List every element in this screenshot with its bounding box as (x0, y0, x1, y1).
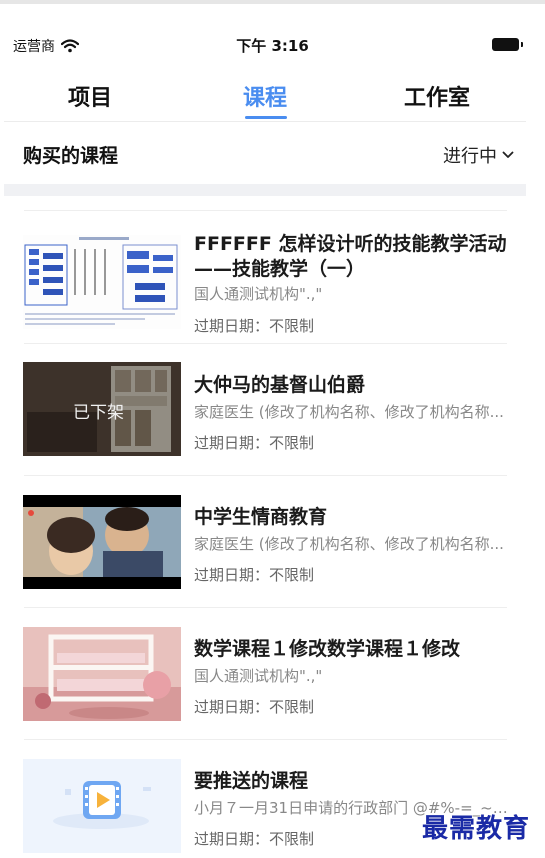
course-org: 家庭医生 (修改了机构名称、修改了机构名称... (194, 535, 504, 553)
course-thumbnail: 已下架 (23, 362, 181, 456)
course-thumbnail (23, 759, 181, 853)
course-expiry: 过期日期：不限制 (194, 434, 315, 452)
course-title: 大仲马的基督山伯爵 (194, 374, 366, 396)
bedroom-thumbnail (23, 627, 181, 721)
course-item[interactable]: 已下架 大仲马的基督山伯爵 家庭医生 (修改了机构名称、修改了机构名称... 过… (0, 343, 545, 475)
course-org: 家庭医生 (修改了机构名称、修改了机构名称... (194, 403, 504, 421)
section-title: 购买的课程 (23, 145, 119, 167)
course-expiry: 过期日期：不限制 (194, 317, 315, 335)
course-title: 要推送的课程 (194, 770, 309, 792)
course-expiry: 过期日期：不限制 (194, 566, 315, 584)
section-separator (4, 184, 526, 196)
course-thumbnail (23, 495, 181, 589)
status-filter-dropdown[interactable]: 进行中 (443, 142, 514, 168)
course-expiry: 过期日期：不限制 (194, 830, 315, 848)
delisted-label: 已下架 (73, 403, 124, 423)
status-time: 下午 3:16 (236, 37, 309, 55)
brand-watermark: 最需教育 (422, 814, 531, 844)
status-bar: 运营商 下午 3:16 (0, 30, 545, 60)
course-org: 国人通测试机构".," (194, 667, 323, 685)
course-title: 数学课程１修改数学课程１修改 (194, 638, 461, 660)
top-edge-line (0, 0, 545, 4)
battery-icon (492, 38, 523, 51)
course-title: FFFFFF 怎样设计听的技能教学活动——技能教学（一） (194, 233, 507, 280)
course-thumbnail (23, 627, 181, 721)
tab-studio[interactable]: 工作室 (404, 80, 470, 112)
tab-projects[interactable]: 项目 (68, 80, 112, 112)
tab-courses[interactable]: 课程 (243, 80, 287, 112)
filter-label: 进行中 (443, 146, 497, 167)
course-org: 国人通测试机构".," (194, 285, 323, 303)
course-item[interactable]: FFFFFF 怎样设计听的技能教学活动——技能教学（一） 国人通测试机构".,"… (0, 210, 545, 342)
tabs-divider (4, 121, 526, 122)
video-placeholder-thumbnail (23, 759, 181, 853)
course-title: 中学生情商教育 (194, 506, 328, 528)
course-item[interactable]: 中学生情商教育 家庭医生 (修改了机构名称、修改了机构名称... 过期日期：不限… (0, 475, 545, 607)
course-expiry: 过期日期：不限制 (194, 698, 315, 716)
video-frame-thumbnail (23, 495, 181, 589)
flowchart-thumbnail (23, 235, 181, 329)
course-thumbnail (23, 235, 181, 329)
course-item[interactable]: 数学课程１修改数学课程１修改 国人通测试机构".," 过期日期：不限制 (0, 607, 545, 739)
chevron-down-icon (502, 151, 514, 158)
active-tab-indicator (245, 116, 287, 119)
